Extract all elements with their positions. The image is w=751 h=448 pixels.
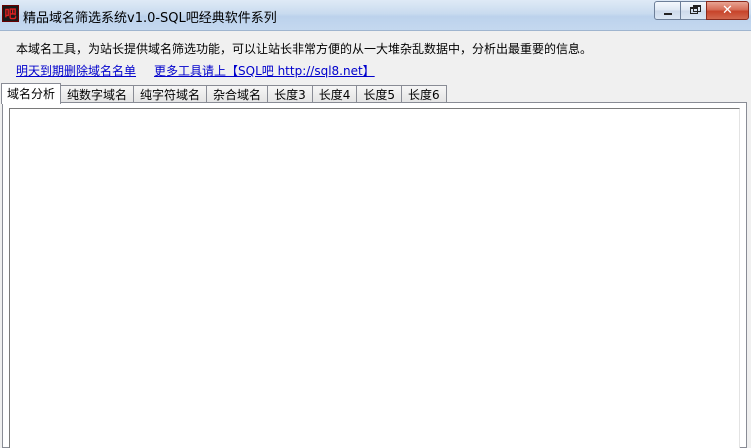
domain-input-textarea[interactable] [9, 108, 740, 448]
tab-length-4[interactable]: 长度4 [311, 85, 358, 103]
expiring-domains-link[interactable]: 明天到期删除域名名单 [16, 62, 136, 79]
tab-domain-analysis[interactable]: 域名分析 [1, 83, 62, 104]
minimize-button[interactable] [654, 1, 681, 20]
link-row: 明天到期删除域名名单 更多工具请上【SQL吧 http://sql8.net】 [16, 62, 375, 79]
tab-numeric-domains[interactable]: 纯数字域名 [60, 85, 135, 103]
tab-strip: 域名分析 纯数字域名 纯字符域名 杂合域名 长度3 长度4 长度5 长度6 [1, 83, 447, 104]
tab-length-5[interactable]: 长度5 [356, 85, 402, 103]
maximize-button[interactable] [680, 1, 707, 20]
tab-mixed-domains[interactable]: 杂合域名 [206, 85, 269, 103]
main-window: 吧 精品域名筛选系统v1.0-SQL吧经典软件系列 ✕ 本域名工具，为站长提供域… [0, 0, 751, 448]
tab-length-6[interactable]: 长度6 [400, 85, 447, 103]
close-button[interactable]: ✕ [706, 1, 749, 20]
app-logo-icon[interactable]: 吧 [2, 5, 19, 22]
description-text: 本域名工具，为站长提供域名筛选功能，可以让站长非常方便的从一大堆杂乱数据中，分析… [16, 42, 593, 56]
tab-alpha-domains[interactable]: 纯字符域名 [133, 85, 208, 103]
maximize-icon [689, 5, 701, 14]
minimize-icon [663, 12, 672, 15]
close-icon: ✕ [722, 3, 733, 18]
title-bar[interactable]: 吧 精品域名筛选系统v1.0-SQL吧经典软件系列 ✕ [0, 0, 751, 31]
more-tools-link[interactable]: 更多工具请上【SQL吧 http://sql8.net】 [154, 62, 375, 79]
tab-panel [2, 102, 747, 448]
window-controls: ✕ [654, 1, 749, 20]
tab-length-3[interactable]: 长度3 [267, 85, 313, 103]
window-title: 精品域名筛选系统v1.0-SQL吧经典软件系列 [23, 11, 277, 26]
